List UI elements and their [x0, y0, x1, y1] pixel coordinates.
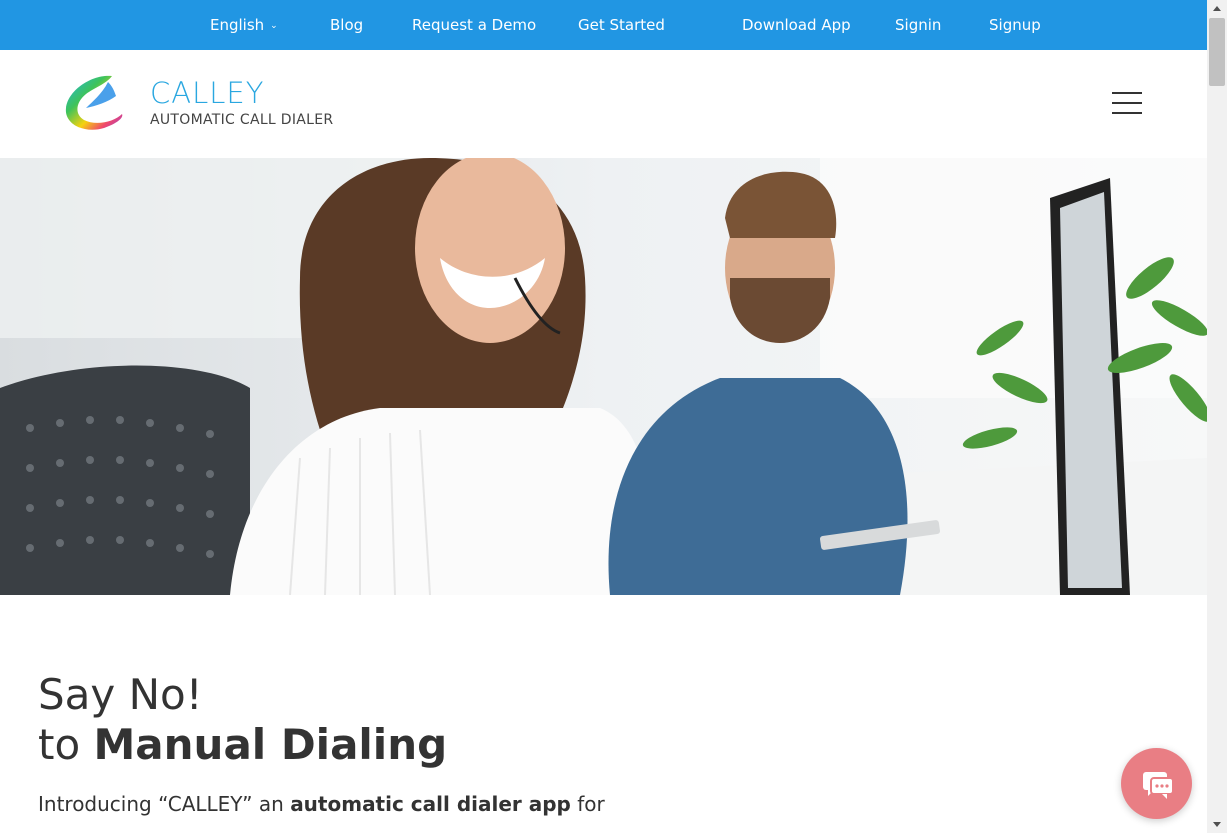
language-selector[interactable]: English ⌄: [210, 0, 278, 50]
scrollbar-thumb[interactable]: [1209, 18, 1225, 86]
hamburger-menu-icon[interactable]: [1112, 92, 1142, 114]
page-scrollbar[interactable]: [1207, 0, 1227, 833]
brand-tagline: AUTOMATIC CALL DIALER: [150, 112, 334, 128]
nav-link-signup[interactable]: Signup: [989, 0, 1041, 50]
headline-line-2-bold: Manual Dialing: [93, 720, 448, 769]
intro-suffix: for: [570, 792, 605, 816]
intro-prefix: Introducing “CALLEY” an: [38, 792, 291, 816]
scroll-up-arrow-icon[interactable]: [1207, 0, 1227, 18]
language-label: English: [210, 16, 265, 34]
nav-link-get-started[interactable]: Get Started: [578, 0, 665, 50]
site-header: CALLEY AUTOMATIC CALL DIALER: [0, 50, 1207, 158]
intro-bold: automatic call dialer app: [290, 792, 571, 816]
brand-name: CALLEY: [150, 76, 265, 110]
chevron-down-icon: ⌄: [270, 21, 278, 31]
headline-line-2-prefix: to: [38, 720, 94, 769]
top-nav-bar: English ⌄ Blog Request a Demo Get Started…: [0, 0, 1207, 50]
nav-link-blog[interactable]: Blog: [330, 0, 363, 50]
nav-link-download-app[interactable]: Download App: [742, 0, 851, 50]
scroll-down-arrow-icon[interactable]: [1207, 815, 1227, 833]
intro-text: Introducing “CALLEY” an automatic call d…: [38, 792, 605, 816]
chat-bubble-icon: [1143, 772, 1174, 799]
headline-line-1: Say No!: [38, 670, 203, 719]
calley-logo-icon[interactable]: [62, 72, 126, 134]
nav-link-request-demo[interactable]: Request a Demo: [412, 0, 536, 50]
hero-image: [0, 158, 1207, 595]
nav-link-signin[interactable]: Signin: [895, 0, 941, 50]
chat-button[interactable]: [1121, 748, 1192, 819]
page-headline: Say No! to Manual Dialing: [38, 670, 447, 770]
headline-line-2: to Manual Dialing: [38, 720, 447, 770]
